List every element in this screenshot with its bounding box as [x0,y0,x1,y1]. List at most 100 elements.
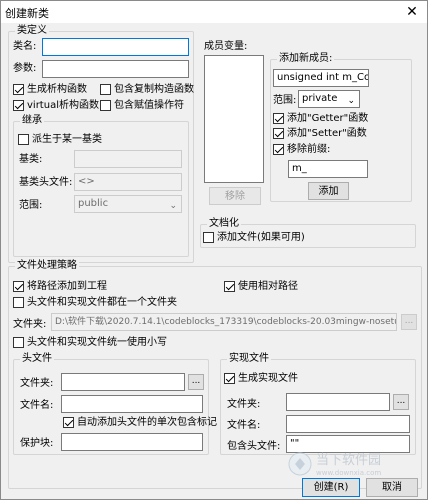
member-vars-list[interactable] [204,55,264,183]
args-label: 参数: [13,63,37,74]
guard-label: 保护块: [20,438,54,449]
impl-include-label: 包含头文件: [227,441,281,452]
checkbox-box [224,373,235,384]
checkbox-box [13,100,24,111]
same-folder-label: 头文件和实现文件都在一个文件夹 [27,297,177,308]
checkbox-box [273,144,284,155]
remove-prefix-checkbox[interactable]: 移除前缀: [273,143,330,156]
cancel-button[interactable]: 取消 [366,478,418,497]
checkbox-box [224,281,235,292]
checkbox-box [18,134,29,145]
member-scope-label: 范围: [273,95,297,106]
add-docs-checkbox[interactable]: 添加文件(如果可用) [203,231,305,244]
add-to-project-checkbox[interactable]: 将路径添加到工程 [13,280,107,293]
header-folder-input[interactable] [61,373,185,391]
checkbox-box [13,297,24,308]
gen-impl-checkbox[interactable]: 生成实现文件 [224,372,298,385]
add-getter-checkbox[interactable]: 添加"Getter"函数 [273,112,368,125]
checkbox-box [203,232,214,243]
inheritance-title: 继承 [20,115,44,127]
class-definition-title: 类定义 [15,25,49,37]
impl-folder-browse-button[interactable]: ... [393,394,409,410]
assign-op-checkbox[interactable]: 包含赋值操作符 [100,99,184,112]
file-policy-title: 文件处理策略 [15,260,79,272]
class-name-input[interactable] [42,38,189,56]
add-setter-label: 添加"Setter"函数 [287,128,367,139]
auto-guard-checkbox[interactable]: 自动添加头文件的单次包含标记 [63,416,217,429]
base-header-label: 基类头文件: [19,177,73,188]
derive-checkbox[interactable]: 派生于某一基类 [18,133,102,146]
gen-destructor-checkbox[interactable]: 生成析构函数 [13,83,87,96]
window-title: 创建新类 [5,7,49,20]
header-folder-browse-button[interactable]: ... [188,374,204,390]
gen-destructor-label: 生成析构函数 [27,84,87,95]
prefix-input[interactable]: m_ [288,160,368,178]
add-docs-label: 添加文件(如果可用) [217,232,305,243]
watermark-graphic: 当下软件园 www.downxia.com [288,452,381,477]
add-member-button[interactable]: 添加 [308,182,349,200]
member-scope-select[interactable]: private ⌄ [298,90,360,108]
add-setter-checkbox[interactable]: 添加"Setter"函数 [273,127,367,140]
impl-folder-input[interactable] [286,393,390,411]
same-folder-checkbox[interactable]: 头文件和实现文件都在一个文件夹 [13,296,177,309]
virtual-dtor-checkbox[interactable]: virtual析构函数 [13,99,99,112]
checkbox-box [13,281,24,292]
derive-label: 派生于某一基类 [32,134,102,145]
header-folder-label: 文件夹: [20,378,54,389]
header-name-input[interactable] [61,395,203,413]
lowercase-label: 头文件和实现文件统一使用小写 [27,337,167,348]
base-class-label: 基类: [19,154,43,165]
member-scope-value: private [302,93,338,104]
common-folder-input[interactable]: D:\软件下载\2020.7.14.1\codeblocks_173319\co… [51,313,397,331]
add-member-title: 添加新成员: [277,53,335,65]
guard-input[interactable] [61,433,203,451]
checkbox-box [273,128,284,139]
checkbox-box [13,337,24,348]
header-file-title: 头文件 [20,353,54,365]
docs-title: 文档化 [207,218,241,230]
lowercase-checkbox[interactable]: 头文件和实现文件统一使用小写 [13,336,167,349]
checkbox-box [100,84,111,95]
impl-name-label: 文件名: [227,420,261,431]
watermark-subtext: www.downxia.com [316,469,381,477]
impl-folder-label: 文件夹: [227,399,261,410]
common-folder-label: 文件夹: [13,319,47,330]
remove-prefix-label: 移除前缀: [287,144,331,155]
relative-path-label: 使用相对路径 [238,281,298,292]
base-header-input[interactable]: <> [74,173,182,191]
create-button[interactable]: 创建(R) [302,478,360,497]
member-vars-title: 成员变量: [204,41,248,52]
copy-ctor-checkbox[interactable]: 包含复制构造函数 [100,83,194,96]
virtual-dtor-label: virtual析构函数 [27,100,99,111]
class-name-label: 类名: [13,41,37,52]
remove-member-button[interactable]: 移除 [209,187,261,205]
impl-name-input[interactable] [286,415,410,433]
checkbox-box [63,417,74,428]
checkbox-box [13,84,24,95]
header-name-label: 文件名: [20,400,54,411]
inherit-scope-value: public [78,198,109,209]
gen-impl-label: 生成实现文件 [238,373,298,384]
args-input[interactable] [42,60,189,78]
base-class-input[interactable] [74,150,182,168]
title-bar: 创建新类 ✕ [1,1,427,23]
checkbox-box [100,100,111,111]
new-member-input[interactable]: unsigned int m_Count [273,69,369,87]
checkbox-box [273,113,284,124]
add-to-project-label: 将路径添加到工程 [27,281,107,292]
watermark-logo: 当下软件园 www.downxia.com [286,449,416,479]
inherit-scope-select[interactable]: public ⌄ [74,195,182,213]
chevron-down-icon: ⌄ [169,201,177,211]
copy-ctor-label: 包含复制构造函数 [114,84,194,95]
watermark-text: 当下软件园 [316,453,381,468]
impl-file-title: 实现文件 [227,353,271,365]
scope-label: 范围: [19,200,43,211]
dialog-window: 创建新类 ✕ 类定义 类名: 参数: 生成析构函数 包含复制构造函数 virtu… [0,0,428,500]
auto-guard-label: 自动添加头文件的单次包含标记 [77,417,217,428]
chevron-down-icon: ⌄ [347,96,355,106]
add-getter-label: 添加"Getter"函数 [287,113,369,124]
relative-path-checkbox[interactable]: 使用相对路径 [224,280,298,293]
common-folder-browse-button[interactable]: ... [401,314,417,330]
assign-op-label: 包含赋值操作符 [114,100,184,111]
close-button[interactable]: ✕ [397,1,427,23]
